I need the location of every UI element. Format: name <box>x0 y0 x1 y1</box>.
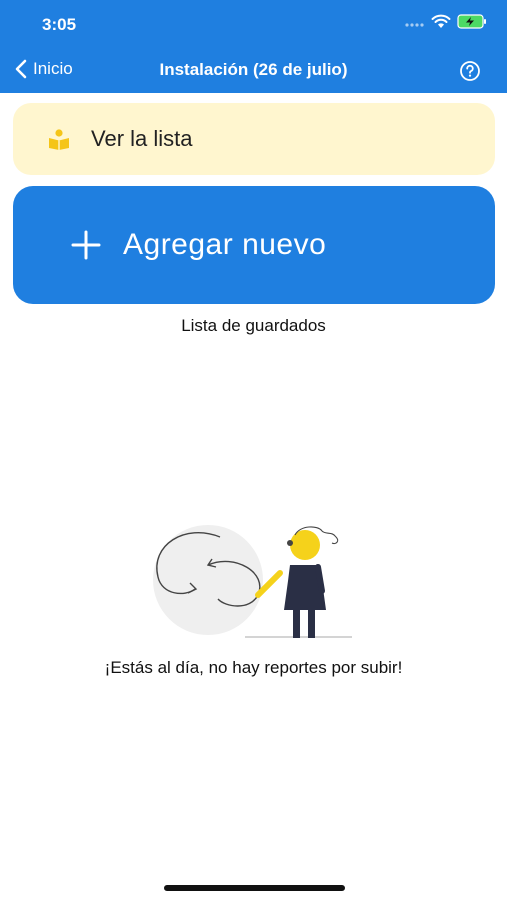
help-icon[interactable] <box>459 60 481 82</box>
status-icons <box>405 14 487 29</box>
book-reader-icon <box>49 129 69 150</box>
saved-list-title: Lista de guardados <box>181 316 326 335</box>
wifi-icon <box>431 14 451 28</box>
view-list-label: Ver la lista <box>91 126 193 151</box>
view-list-button[interactable]: Ver la lista <box>13 103 495 175</box>
navigation-bar: 3:05 Inicio Instalación (26 de julio) <box>0 0 507 93</box>
page-title: Instalación (26 de julio) <box>159 60 348 79</box>
battery-icon <box>457 14 486 29</box>
home-indicator <box>164 885 345 891</box>
empty-state-illustration <box>153 525 352 638</box>
chevron-left-icon <box>15 59 27 79</box>
empty-state-message: ¡Estás al día, no hay reportes por subir… <box>104 658 403 677</box>
signal-icon <box>405 22 424 27</box>
add-new-label: Agregar nuevo <box>123 228 327 261</box>
plus-icon <box>71 230 101 260</box>
status-time: 3:05 <box>42 15 77 34</box>
back-label: Inicio <box>33 59 73 78</box>
back-button[interactable]: Inicio <box>14 59 73 79</box>
add-new-button[interactable]: Agregar nuevo <box>13 186 495 304</box>
